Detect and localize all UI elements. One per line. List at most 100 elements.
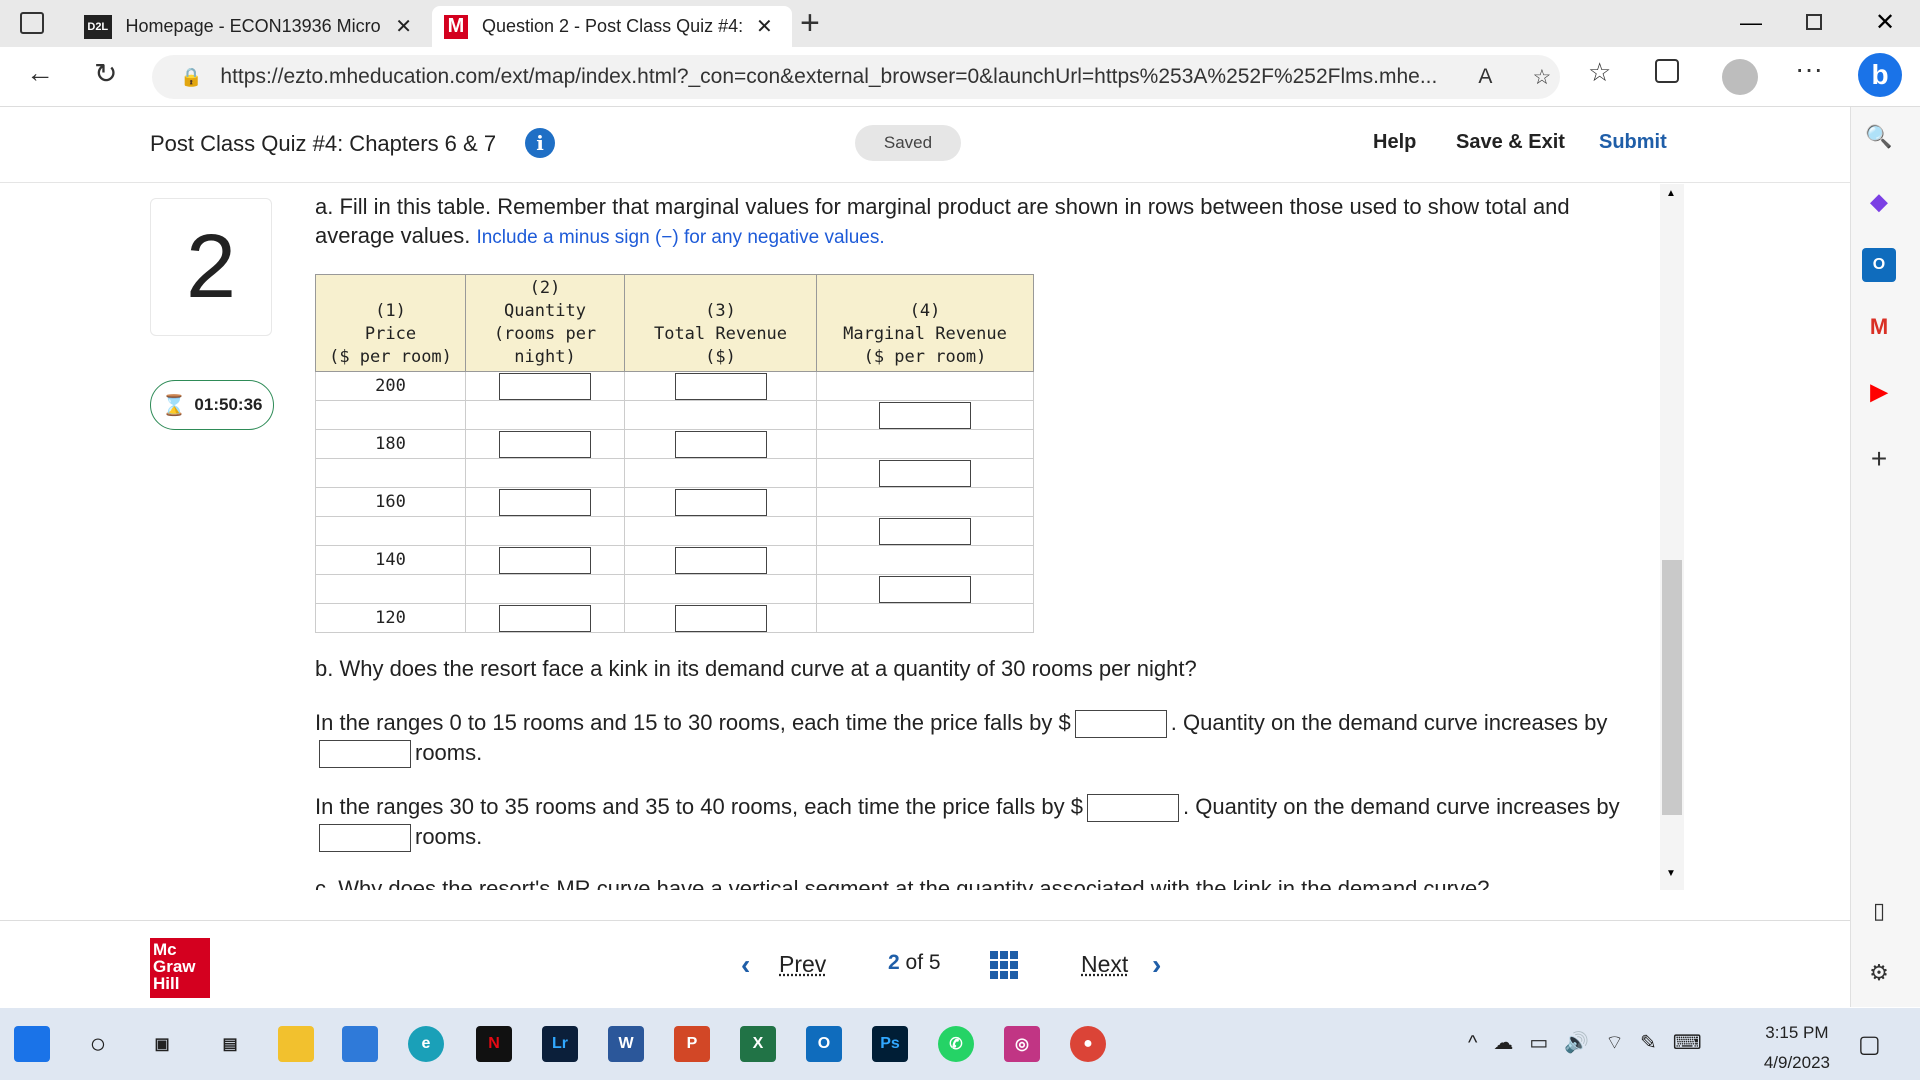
total-revenue-input[interactable] xyxy=(674,546,767,574)
next-button[interactable]: Next xyxy=(1081,951,1128,978)
edge-browser-icon[interactable]: e xyxy=(408,1026,444,1062)
quantity-input[interactable] xyxy=(499,604,591,632)
table-row: 200 xyxy=(315,371,1034,401)
total-revenue-input[interactable] xyxy=(674,430,767,458)
price-cell: 140 xyxy=(315,545,466,575)
save-exit-button[interactable]: Save & Exit xyxy=(1456,131,1565,154)
total-revenue-input[interactable] xyxy=(674,604,767,632)
question-grid-icon[interactable] xyxy=(990,951,1018,979)
close-window-icon[interactable]: ✕ xyxy=(1875,8,1895,37)
quantity-input[interactable] xyxy=(499,546,591,574)
logo-line: Hill xyxy=(153,974,180,993)
windows-start-icon[interactable] xyxy=(14,1026,50,1062)
quantity-increase-input-1[interactable] xyxy=(319,740,411,769)
search-icon[interactable]: 🔍 xyxy=(1862,120,1896,154)
widgets-icon[interactable]: ▤ xyxy=(212,1026,248,1062)
scrollbar-thumb[interactable] xyxy=(1662,560,1682,815)
tab-homepage[interactable]: D2L Homepage - ECON13936 Micro E ✕ xyxy=(72,6,424,47)
table-body: 200 180 160 140 120 xyxy=(315,371,1034,633)
url-field[interactable]: 🔒 https://ezto.mheducation.com/ext/map/i… xyxy=(152,55,1560,99)
whatsapp-icon[interactable]: ✆ xyxy=(938,1026,974,1062)
timer-value: 01:50:36 xyxy=(194,395,263,414)
restore-icon[interactable] xyxy=(1806,14,1822,30)
system-tray-icons[interactable]: ^☁▭🔊⌔✎⌨ xyxy=(1468,1030,1718,1055)
outlook-icon[interactable]: O xyxy=(1862,248,1896,282)
submit-button[interactable]: Submit xyxy=(1599,131,1667,154)
question-content: a. Fill in this table. Remember that mar… xyxy=(315,190,1645,890)
gmail-icon[interactable]: M xyxy=(1862,310,1896,344)
settings-gear-icon[interactable]: ⚙ xyxy=(1862,956,1896,990)
table-row xyxy=(315,516,1034,546)
price-fall-input-2[interactable] xyxy=(1087,794,1179,823)
marginal-revenue-input[interactable] xyxy=(879,401,971,429)
collections-icon[interactable] xyxy=(1655,59,1679,83)
total-revenue-input[interactable] xyxy=(674,372,767,400)
lightroom-icon[interactable]: Lr xyxy=(542,1026,578,1062)
col-marginal-revenue-header: (4) Marginal Revenue ($ per room) xyxy=(816,274,1034,372)
quantity-input[interactable] xyxy=(499,488,591,516)
sidebar-toggle-icon[interactable]: ▯ xyxy=(1862,894,1896,928)
notifications-icon[interactable]: ▢ xyxy=(1858,1030,1881,1059)
file-explorer-icon[interactable] xyxy=(278,1026,314,1062)
profile-avatar[interactable] xyxy=(1722,59,1758,95)
outlook-icon[interactable]: O xyxy=(806,1026,842,1062)
excel-icon[interactable]: X xyxy=(740,1026,776,1062)
page-current: 2 xyxy=(888,951,900,974)
quiz-title: Post Class Quiz #4: Chapters 6 & 7 xyxy=(150,131,497,156)
scroll-down-icon[interactable]: ▼ xyxy=(1666,868,1676,879)
mcgraw-hill-logo: Mc Graw Hill xyxy=(150,938,210,998)
bing-icon[interactable]: b xyxy=(1858,53,1902,97)
youtube-icon[interactable]: ▶ xyxy=(1862,375,1896,409)
quantity-increase-input-2[interactable] xyxy=(319,824,411,853)
chrome-icon[interactable]: ● xyxy=(1070,1026,1106,1062)
part-c-question-cut: c. Why does the resort's MR curve have a… xyxy=(315,876,1490,890)
scroll-up-icon[interactable]: ▲ xyxy=(1666,188,1676,199)
address-bar-row: ← ↻ 🔒 https://ezto.mheducation.com/ext/m… xyxy=(0,47,1920,107)
marginal-revenue-input[interactable] xyxy=(879,459,971,487)
powerpoint-icon[interactable]: P xyxy=(674,1026,710,1062)
task-view-icon[interactable]: ▣ xyxy=(144,1026,180,1062)
page-indicator: 2 of 5 xyxy=(888,951,941,975)
add-sidebar-icon[interactable]: + xyxy=(1862,442,1896,476)
refresh-icon[interactable]: ↻ xyxy=(94,57,117,90)
favorites-icon[interactable]: ☆ xyxy=(1588,57,1611,88)
netflix-icon[interactable]: N xyxy=(476,1026,512,1062)
chevron-right-icon[interactable]: › xyxy=(1152,949,1161,981)
part-b-line-1: In the ranges 0 to 15 rooms and 15 to 30… xyxy=(315,708,1645,769)
tab-question[interactable]: M Question 2 - Post Class Quiz #4: C ✕ xyxy=(432,6,792,47)
close-tab-icon[interactable]: ✕ xyxy=(756,14,773,39)
chevron-left-icon[interactable]: ‹ xyxy=(741,949,750,981)
close-tab-icon[interactable]: ✕ xyxy=(395,14,412,39)
part-b-line-2: In the ranges 30 to 35 rooms and 35 to 4… xyxy=(315,792,1645,853)
read-aloud-icon[interactable]: A xyxy=(1478,65,1492,89)
store-icon[interactable] xyxy=(342,1026,378,1062)
clock-date: 4/9/2023 xyxy=(1763,1053,1830,1072)
back-icon[interactable]: ← xyxy=(26,57,54,89)
clock-time: 3:15 PM xyxy=(1765,1023,1829,1042)
col-total-revenue-header: (3) Total Revenue ($) xyxy=(624,274,817,372)
photoshop-icon[interactable]: Ps xyxy=(872,1026,908,1062)
tab-actions-icon[interactable] xyxy=(20,12,44,34)
add-favorite-icon[interactable]: ☆ xyxy=(1532,65,1551,90)
total-revenue-input[interactable] xyxy=(674,488,767,516)
new-tab-button[interactable]: + xyxy=(800,4,820,43)
marginal-revenue-input[interactable] xyxy=(879,517,971,545)
more-menu-icon[interactable]: ··· xyxy=(1795,53,1823,85)
info-icon[interactable]: i xyxy=(525,128,555,158)
instagram-icon[interactable]: ◎ xyxy=(1004,1026,1040,1062)
search-icon[interactable]: ○ xyxy=(80,1026,116,1062)
marginal-revenue-input[interactable] xyxy=(879,575,971,603)
minimize-icon[interactable]: — xyxy=(1740,10,1762,36)
prev-button[interactable]: Prev xyxy=(779,951,826,978)
price-fall-input-1[interactable] xyxy=(1074,710,1167,739)
b2-pre-text: In the ranges 30 to 35 rooms and 35 to 4… xyxy=(315,794,1083,819)
help-button[interactable]: Help xyxy=(1373,131,1416,154)
quantity-input[interactable] xyxy=(499,430,591,458)
quantity-input[interactable] xyxy=(499,372,591,400)
mh-favicon-icon: M xyxy=(444,14,468,39)
timer-badge[interactable]: ⌛ 01:50:36 xyxy=(150,380,274,430)
tab-title: Homepage - ECON13936 Micro E xyxy=(125,16,384,36)
copilot-icon[interactable]: ◆ xyxy=(1862,185,1896,219)
taskbar-clock[interactable]: 3:15 PM 4/9/2023 xyxy=(1764,1018,1830,1078)
word-icon[interactable]: W xyxy=(608,1026,644,1062)
